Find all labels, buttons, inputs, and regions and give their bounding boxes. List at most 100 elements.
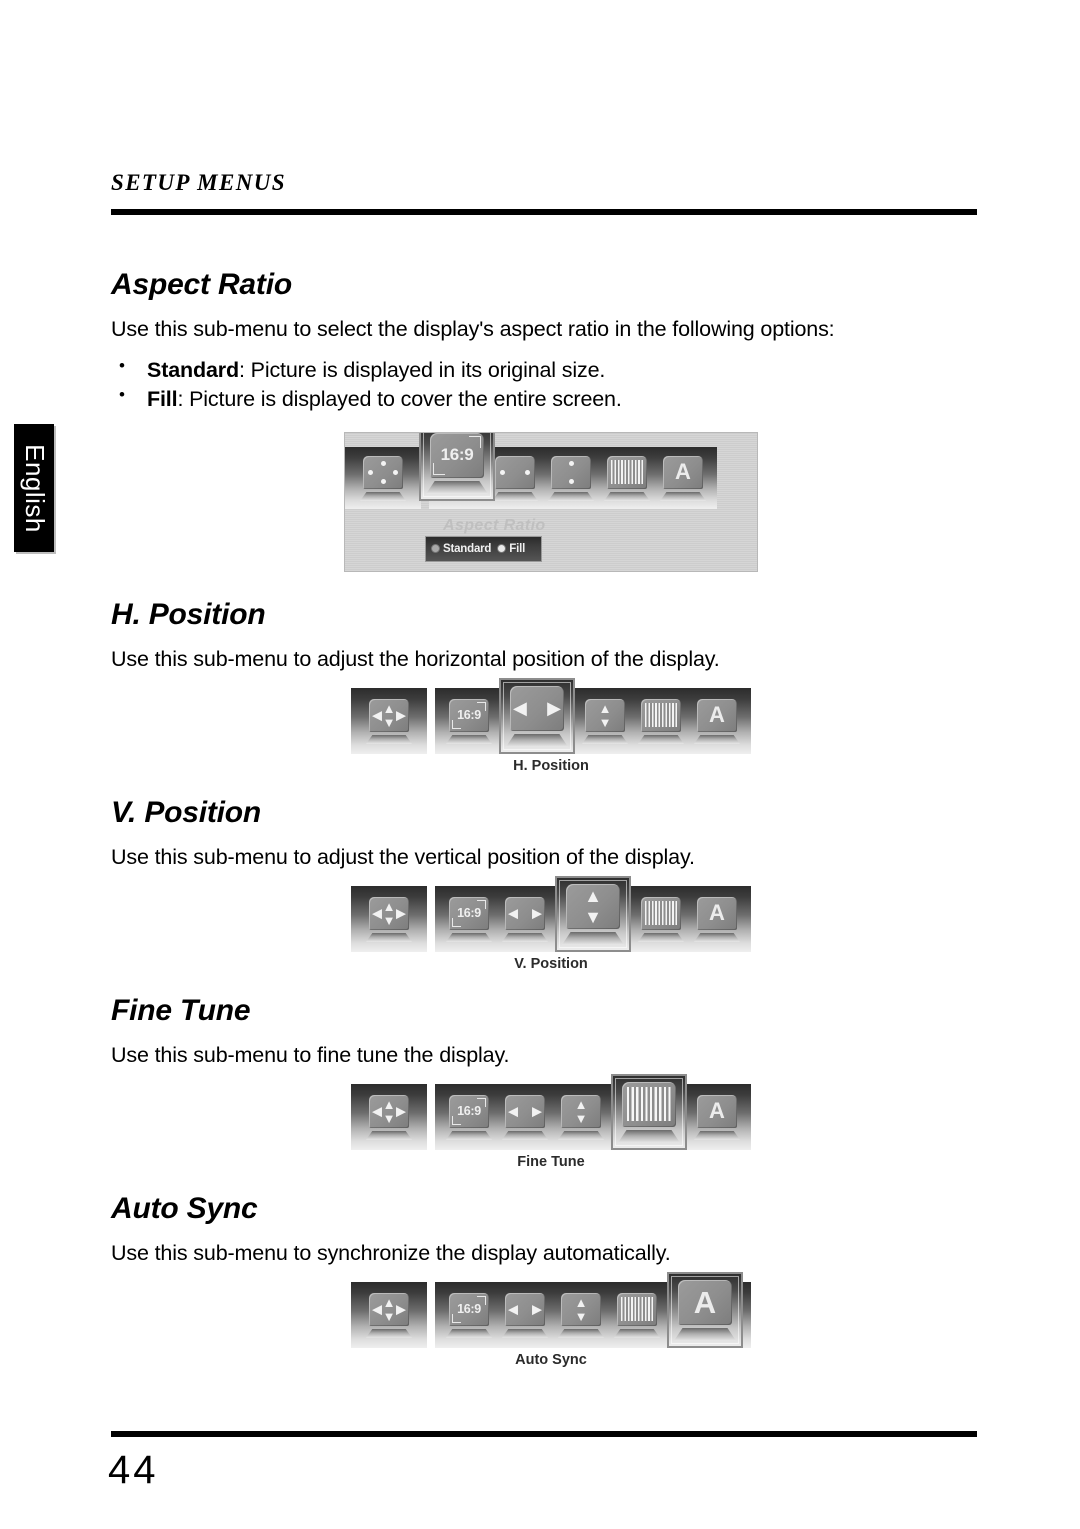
osd-icon-group-main: ▲ ▼ ◀ ▶ (351, 885, 427, 952)
osd-selected-auto-sync[interactable]: A (667, 1271, 743, 1348)
arrow-down-glyph: ▼ (584, 906, 602, 927)
osd-caption: H. Position (513, 757, 589, 774)
osd-selected-fine-tune[interactable] (611, 1073, 687, 1150)
auto-sync-icon: A (660, 455, 706, 501)
option-desc: : Picture is displayed in its original s… (238, 357, 606, 382)
four-way-arrows-icon: ▲ ▼ ◀ ▶ (366, 1292, 412, 1338)
osd-icon-group-submenu: 16:9 ◀ ▶ ▲ ▼ A (435, 875, 751, 952)
option-term: Fill (147, 386, 178, 411)
arrow-left-glyph: ◀ (508, 1301, 518, 1317)
osd-icon-strip: ▲ ▼ ◀ ▶ 16:9 ◀ ▶ ▲ ▼ A (351, 1073, 751, 1150)
section-auto-sync: Auto Sync Use this sub-menu to synchroni… (111, 1192, 991, 1368)
v-position-icon: ▲ ▼ (582, 698, 628, 744)
header-rule (111, 209, 977, 215)
radio-button-standard-icon[interactable] (431, 544, 440, 554)
language-tab: English (14, 424, 54, 552)
osd-selected-h-position[interactable]: ◀ ▶ (499, 677, 575, 754)
osd-icon-strip: ▲ ▼ ◀ ▶ 16:9 ◀ ▶ ▲ ▼ A (351, 1271, 751, 1348)
arrow-up-glyph: ▲ (382, 898, 396, 914)
arrow-right-glyph: ▶ (396, 905, 406, 921)
osd-figure-h-position: ▲ ▼ ◀ ▶ 16:9 ◀ ▶ ▲ ▼ A H. Position (351, 677, 751, 774)
section-intro: Use this sub-menu to adjust the horizont… (111, 646, 720, 671)
fine-tune-icon (618, 1081, 680, 1143)
arrow-right-glyph: ▶ (532, 905, 542, 921)
arrow-down-glyph: ▼ (382, 1308, 396, 1324)
radio-option-standard[interactable]: Standard (431, 543, 491, 555)
arrow-up-glyph: ▲ (598, 700, 612, 716)
arrow-up-glyph: ▲ (382, 1096, 396, 1112)
section-h-position: H. Position Use this sub-menu to adjust … (111, 598, 991, 774)
arrow-down-glyph: ▼ (382, 912, 396, 928)
language-tab-label: English (19, 443, 50, 533)
auto-sync-letter: A (709, 900, 725, 926)
auto-sync-icon: A (694, 1094, 740, 1140)
arrow-right-glyph: ▶ (532, 1103, 542, 1119)
arrow-down-glyph: ▼ (382, 714, 396, 730)
option-list: Standard: Picture is displayed in its or… (111, 355, 991, 414)
auto-sync-letter: A (709, 1098, 725, 1124)
auto-sync-letter: A (675, 459, 691, 485)
page-content: Aspect Ratio Use this sub-menu to select… (111, 268, 991, 1368)
section-v-position: V. Position Use this sub-menu to adjust … (111, 796, 991, 972)
h-position-icon (492, 455, 538, 501)
aspect-ratio-radio-panel[interactable]: Standard Fill (425, 535, 542, 562)
arrow-up-glyph: ▲ (382, 1294, 396, 1310)
running-head: SETUP MENUS (111, 170, 286, 195)
osd-figure-aspect-ratio: A 16:9 Aspect Ratio Standard Fill (344, 431, 758, 572)
auto-sync-icon: A (694, 698, 740, 744)
arrow-down-glyph: ▼ (598, 714, 612, 730)
arrow-right-glyph: ▶ (396, 1103, 406, 1119)
aspect-ratio-text: 16:9 (440, 445, 474, 465)
option-term: Standard (147, 357, 239, 382)
aspect-ratio-icon: 16:9 (446, 698, 492, 744)
section-fine-tune: Fine Tune Use this sub-menu to fine tune… (111, 994, 991, 1170)
radio-button-fill-icon[interactable] (497, 544, 507, 554)
osd-icon-group-submenu: 16:9 ◀ ▶ ▲ ▼ A (435, 1073, 751, 1150)
auto-sync-letter: A (709, 702, 725, 728)
section-title: Fine Tune (111, 993, 251, 1027)
arrow-down-glyph: ▼ (382, 1110, 396, 1126)
arrow-up-glyph: ▲ (574, 1294, 588, 1310)
auto-sync-icon: A (674, 1279, 736, 1341)
osd-selected-v-position[interactable]: ▲ ▼ (555, 875, 631, 952)
arrow-right-glyph: ▶ (547, 698, 561, 719)
fine-tune-icon (638, 896, 684, 942)
arrow-right-glyph: ▶ (396, 707, 406, 723)
osd-icon-group-main (345, 446, 421, 509)
list-item: Fill: Picture is displayed to cover the … (111, 384, 991, 414)
aspect-ratio-icon: 16:9 (446, 896, 492, 942)
osd-caption: Auto Sync (515, 1351, 587, 1368)
osd-icon-strip: ▲ ▼ ◀ ▶ 16:9 ◀ ▶ ▲ ▼ A (351, 875, 751, 952)
osd-icon-group-main: ▲ ▼ ◀ ▶ (351, 1083, 427, 1150)
radio-label-fill: Fill (509, 542, 526, 555)
osd-icon-strip: ▲ ▼ ◀ ▶ 16:9 ◀ ▶ ▲ ▼ A (351, 677, 751, 754)
osd-caption: V. Position (514, 955, 588, 972)
arrow-down-glyph: ▼ (574, 1110, 588, 1126)
osd-icon-group-main: ▲ ▼ ◀ ▶ (351, 687, 427, 754)
option-desc: : Picture is displayed to cover the enti… (177, 386, 622, 411)
h-position-icon: ◀ ▶ (506, 685, 568, 747)
osd-figure-v-position: ▲ ▼ ◀ ▶ 16:9 ◀ ▶ ▲ ▼ A V. Position (351, 875, 751, 972)
h-position-icon: ◀ ▶ (502, 1094, 548, 1140)
fine-tune-icon (604, 455, 650, 501)
osd-selected-aspect-ratio[interactable]: 16:9 (419, 432, 495, 501)
arrow-up-glyph: ▲ (584, 885, 602, 906)
aspect-ratio-icon: 16:9 (446, 1292, 492, 1338)
osd-ghost-label: Aspect Ratio (443, 516, 546, 534)
radio-option-fill[interactable]: Fill (497, 543, 525, 555)
fine-tune-icon (638, 698, 684, 744)
section-intro: Use this sub-menu to fine tune the displ… (111, 1042, 510, 1067)
auto-sync-letter: A (693, 1284, 717, 1320)
osd-icon-group-main: ▲ ▼ ◀ ▶ (351, 1281, 427, 1348)
section-title: Auto Sync (111, 1191, 258, 1225)
v-position-icon (548, 455, 594, 501)
four-way-arrows-icon (360, 455, 406, 501)
arrow-left-glyph: ◀ (508, 905, 518, 921)
footer-rule (111, 1431, 977, 1437)
aspect-ratio-icon: 16:9 (426, 432, 488, 494)
v-position-icon: ▲ ▼ (558, 1094, 604, 1140)
arrow-up-glyph: ▲ (382, 700, 396, 716)
osd-figure-fine-tune: ▲ ▼ ◀ ▶ 16:9 ◀ ▶ ▲ ▼ A Fine Tune (351, 1073, 751, 1170)
section-intro: Use this sub-menu to select the display'… (111, 317, 835, 341)
arrow-left-glyph: ◀ (372, 1103, 382, 1119)
